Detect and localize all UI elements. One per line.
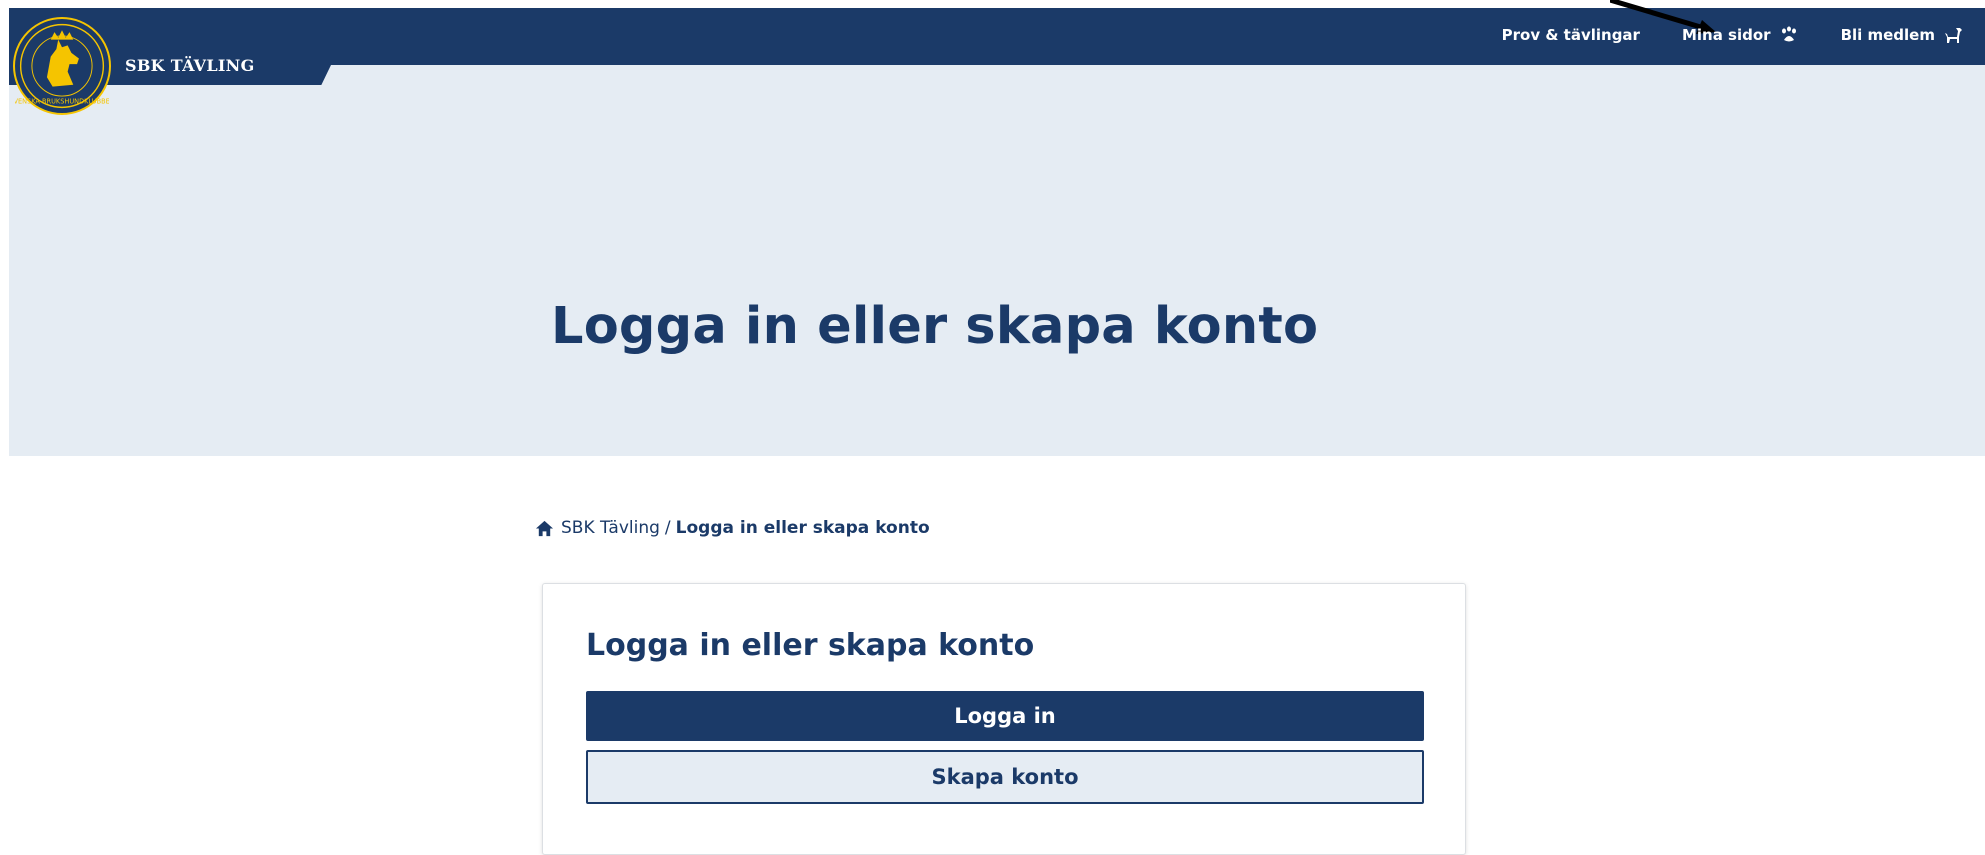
- paw-icon: [1779, 25, 1799, 45]
- login-card: Logga in eller skapa konto Logga in Skap…: [542, 583, 1466, 855]
- sbk-logo[interactable]: SVENSKA BRUKSHUNDKLUBBEN: [13, 17, 111, 115]
- nav-bli-medlem[interactable]: Bli medlem: [1841, 25, 1963, 45]
- breadcrumb-separator: /: [664, 518, 671, 538]
- nav-label: Prov & tävlingar: [1501, 26, 1640, 44]
- breadcrumb-current: Logga in eller skapa konto: [675, 518, 930, 538]
- create-account-button[interactable]: Skapa konto: [586, 750, 1424, 804]
- login-button[interactable]: Logga in: [586, 691, 1424, 741]
- top-nav: Prov & tävlingar Mina sidor Bli medlem: [1460, 22, 1963, 48]
- nav-mina-sidor[interactable]: Mina sidor: [1682, 25, 1799, 45]
- nav-label: Bli medlem: [1840, 26, 1935, 44]
- svg-text:SVENSKA BRUKSHUNDKLUBBEN: SVENSKA BRUKSHUNDKLUBBEN: [15, 98, 109, 106]
- dog-seal-icon: SVENSKA BRUKSHUNDKLUBBEN: [15, 23, 109, 109]
- home-icon[interactable]: [535, 519, 554, 538]
- nav-label: Mina sidor: [1681, 26, 1771, 44]
- breadcrumb-home-link[interactable]: SBK Tävling: [561, 518, 660, 538]
- breadcrumb: SBK Tävling / Logga in eller skapa konto: [535, 518, 930, 538]
- brand-name[interactable]: SBK TÄVLING: [125, 56, 255, 75]
- page-title: Logga in eller skapa konto: [551, 297, 1319, 356]
- card-title: Logga in eller skapa konto: [586, 628, 1035, 663]
- hero-banner: [9, 65, 1985, 456]
- nav-prov-tavlingar[interactable]: Prov & tävlingar: [1502, 26, 1640, 44]
- dog-icon: [1943, 25, 1963, 45]
